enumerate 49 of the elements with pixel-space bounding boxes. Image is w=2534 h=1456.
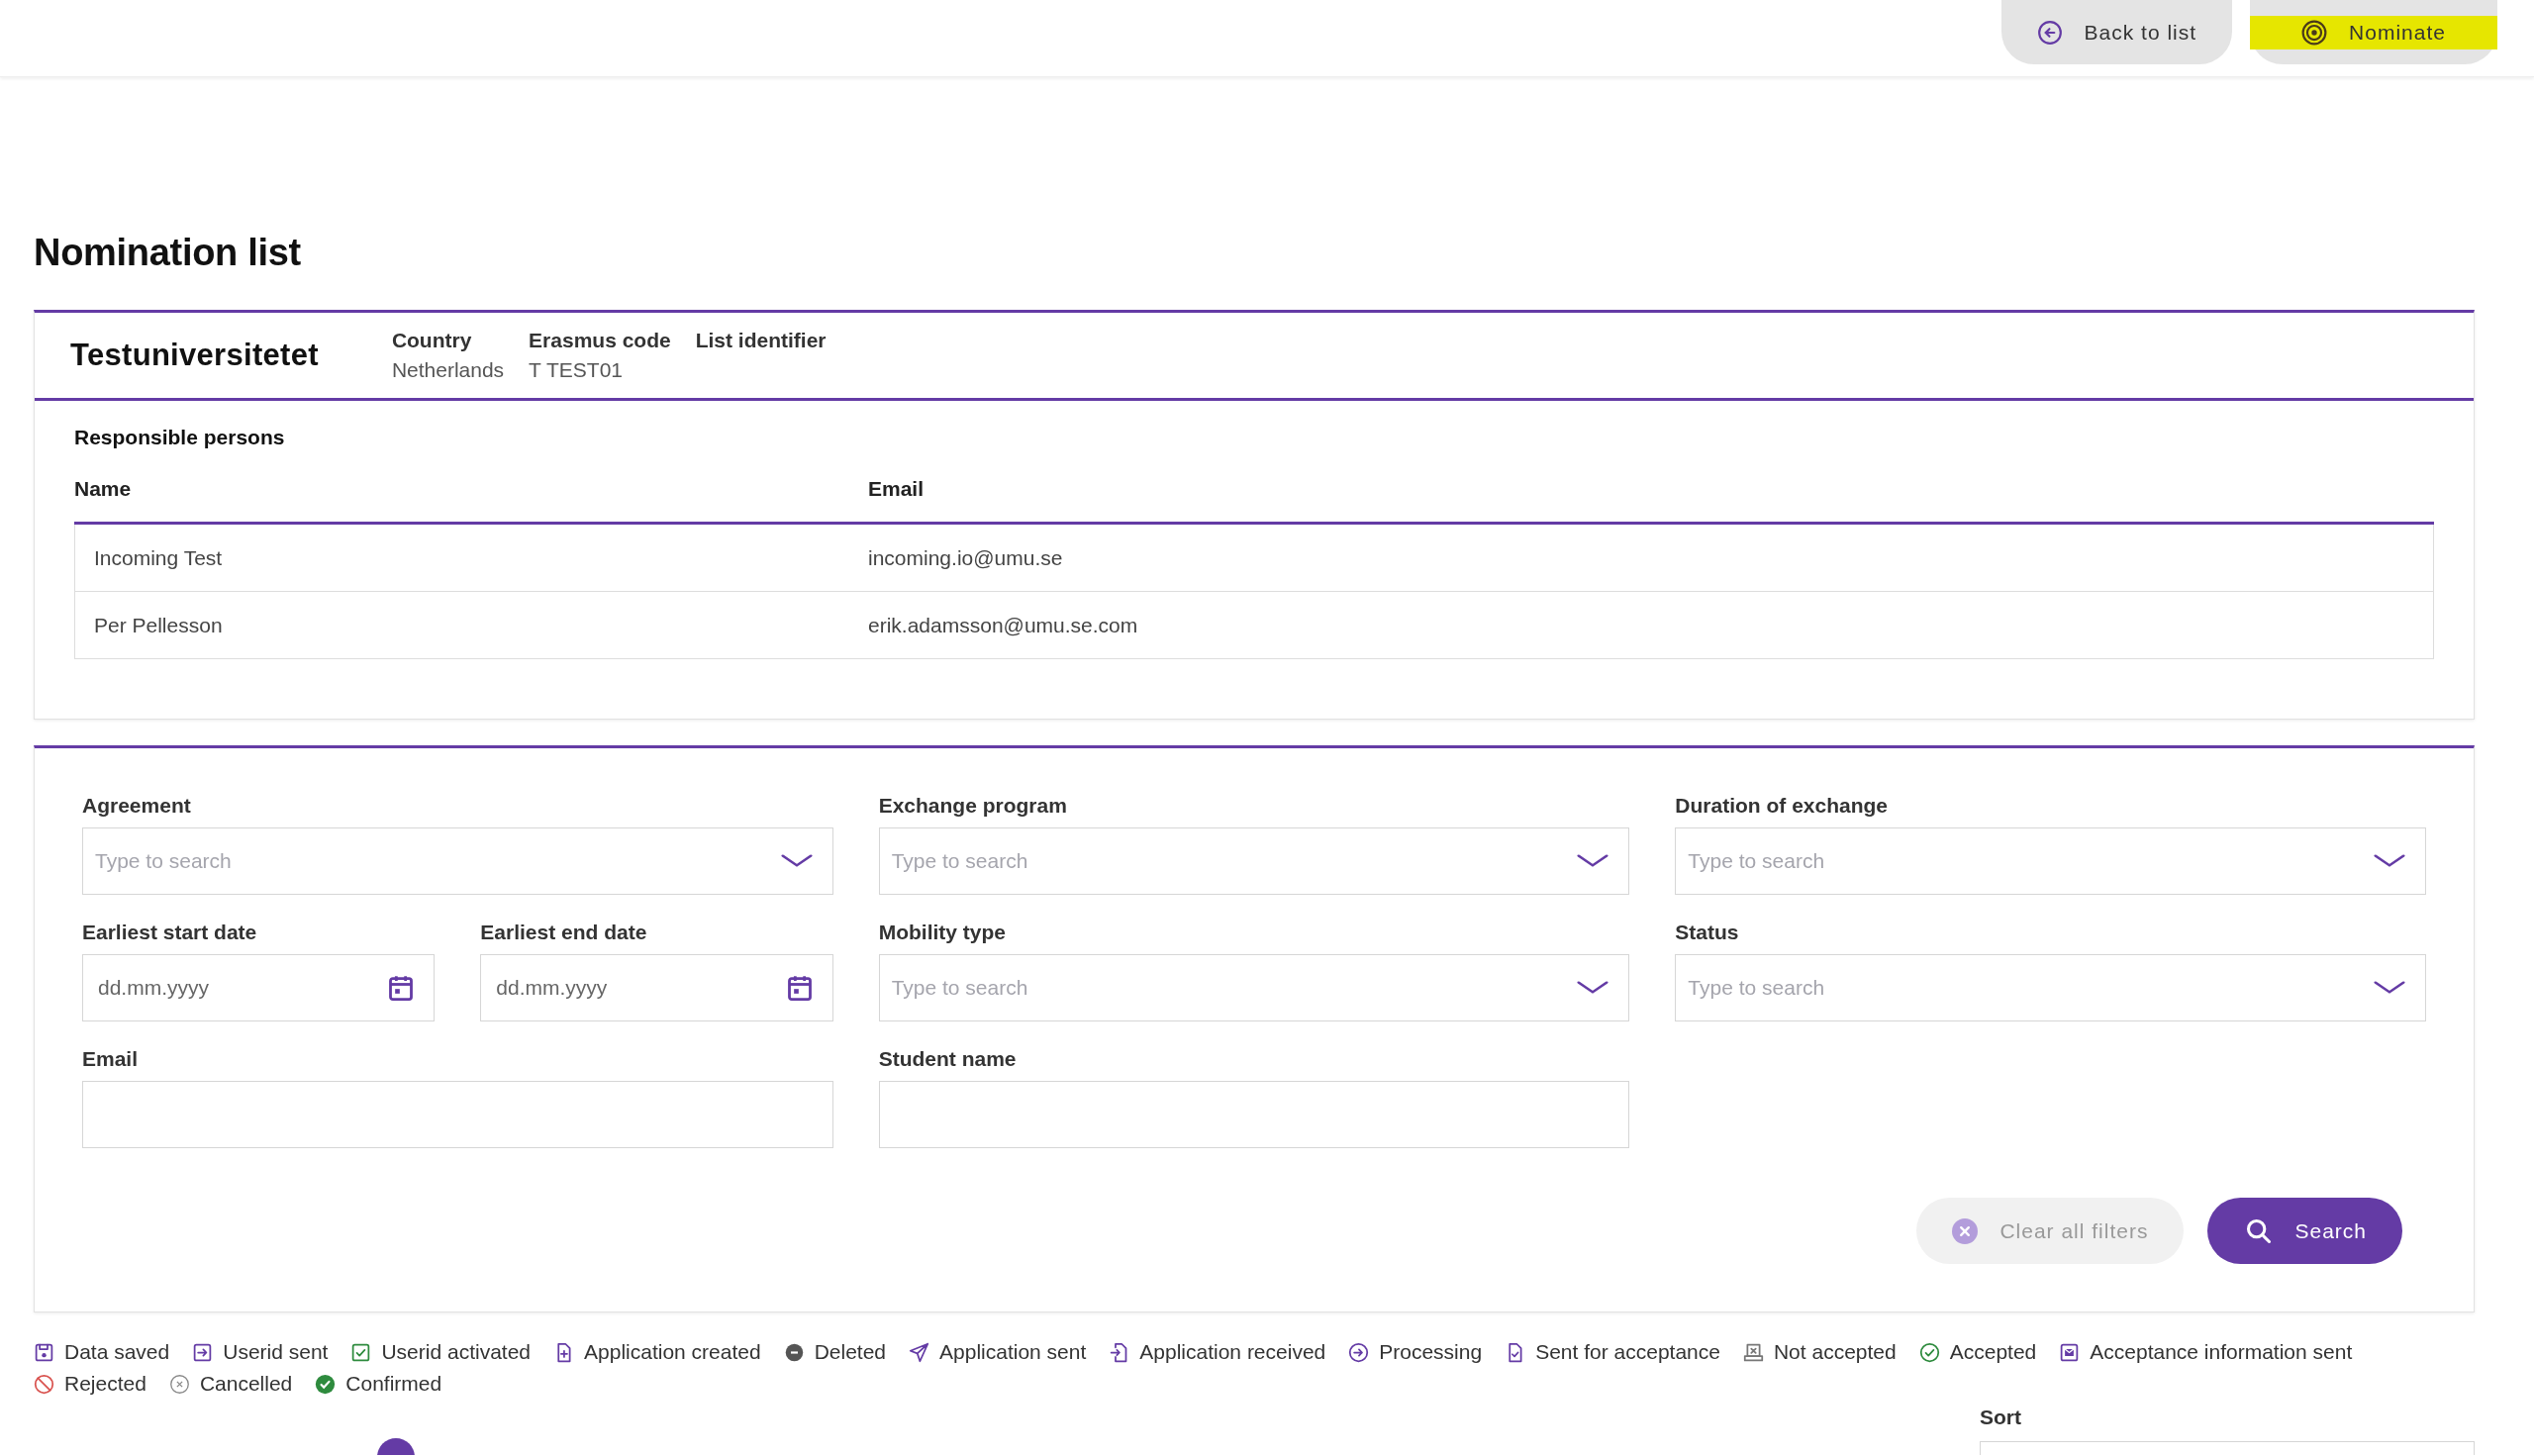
search-select[interactable]: Type to search (1675, 827, 2426, 895)
back-to-list-button[interactable]: Back to list (2000, 0, 2233, 64)
table-cell: Incoming Test (74, 523, 868, 592)
field-label: Exchange program (878, 794, 1067, 818)
table-cell: incoming.io@umu.se (868, 523, 2434, 592)
field-label: List identifier (695, 329, 827, 352)
legend-label: Rejected (64, 1372, 146, 1396)
field-label: Email (82, 1047, 139, 1071)
legend-label: Data saved (64, 1340, 170, 1364)
field-label: Earliest end date (480, 921, 647, 944)
field-label: Erasmus code (529, 329, 671, 352)
field-label: Status (1675, 921, 1739, 944)
legend-label: Userid activated (381, 1340, 532, 1364)
search-select[interactable]: Type to search (82, 827, 833, 895)
legend-label: Application sent (939, 1340, 1087, 1364)
legend-label: Deleted (814, 1340, 887, 1364)
field-label: Duration of exchange (1675, 794, 1889, 818)
field-value: T TEST01 (529, 358, 625, 382)
date-field[interactable]: dd.mm.yyyy (480, 954, 833, 1021)
legend-label: Not accepted (1773, 1340, 1897, 1364)
field-value: Netherlands (391, 358, 505, 382)
legend-label: Processing (1379, 1340, 1483, 1364)
field-label: Agreement (82, 794, 191, 818)
sort-label: Sort (1980, 1406, 2021, 1429)
section-title: Responsible persons (74, 426, 285, 449)
field-label: Student name (878, 1047, 1017, 1071)
legend-label: Acceptance information sent (2090, 1340, 2353, 1364)
page-title: Nomination list (34, 231, 301, 275)
legend-label: Application received (1139, 1340, 1326, 1364)
legend-label: Confirmed (345, 1372, 442, 1396)
field-label: Earliest start date (82, 921, 257, 944)
legend-label: Cancelled (199, 1372, 293, 1396)
field-label: Mobility type (878, 921, 1006, 944)
field-label: Country (391, 329, 473, 352)
search-button[interactable]: Search (2207, 1198, 2402, 1264)
search-select[interactable]: Type to search (878, 827, 1630, 895)
column-header: Email (868, 477, 925, 500)
legend-label: Sent for acceptance (1535, 1340, 1720, 1364)
search-select[interactable]: Type to search (1675, 954, 2426, 1021)
column-header: Name (74, 477, 132, 500)
institution-name: Testuniversitetet (70, 338, 319, 373)
legend-label: Userid sent (223, 1340, 329, 1364)
nominate-button[interactable]: Nominate (2250, 0, 2497, 64)
legend-label: Application created (584, 1340, 761, 1364)
search-select[interactable]: Type to search (878, 954, 1630, 1021)
legend-label: Accepted (1949, 1340, 2037, 1364)
table-cell: erik.adamsson@umu.se.com (868, 591, 2434, 659)
date-field[interactable]: dd.mm.yyyy (82, 954, 436, 1021)
table-cell: Per Pellesson (74, 591, 868, 659)
